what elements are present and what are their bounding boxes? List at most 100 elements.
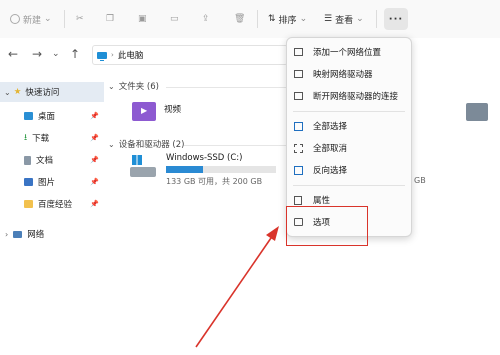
menu-divider	[293, 111, 405, 112]
chevron-down-icon: ⌄	[44, 14, 52, 24]
paste-icon: ▣	[138, 14, 147, 24]
menu-item-label: 断开网络驱动器的连接	[313, 92, 399, 102]
sort-icon: ⇅	[268, 14, 276, 24]
drive-name: Windows-SSD (C:)	[166, 153, 243, 163]
new-button[interactable]: 新建 ⌄	[10, 11, 52, 27]
pin-icon[interactable]: 📌	[90, 156, 99, 164]
menu-item-select-none[interactable]: 全部取消	[287, 138, 411, 158]
section-divider	[184, 145, 286, 146]
chevron-down-icon[interactable]: ⌄	[52, 49, 60, 59]
copy-button[interactable]: ❐	[106, 11, 114, 27]
menu-item-add-network-location[interactable]: 添加一个网络位置	[287, 42, 411, 62]
select-none-icon	[294, 143, 303, 153]
drive-c[interactable]: Windows-SSD (C:) 133 GB 可用，共 200 GB	[130, 153, 290, 189]
menu-item-map-network-drive[interactable]: 映射网络驱动器	[287, 64, 411, 84]
menu-item-label: 全部选择	[313, 122, 348, 132]
properties-icon	[294, 195, 302, 205]
back-arrow-icon[interactable]: ←	[8, 47, 18, 61]
view-label: 查看	[335, 15, 354, 26]
select-all-icon	[294, 121, 303, 131]
pin-icon[interactable]: 📌	[90, 200, 99, 208]
menu-item-select-all[interactable]: 全部选择	[287, 116, 411, 136]
invert-selection-icon	[294, 165, 303, 175]
pictures-icon	[24, 178, 33, 186]
video-folder[interactable]: ▶ 视频	[132, 100, 216, 128]
options-highlight-box	[286, 206, 368, 246]
section-divider	[166, 87, 286, 88]
new-label: 新建	[23, 15, 42, 26]
sort-label: 排序	[278, 15, 297, 26]
drive-usage-bar	[166, 166, 276, 173]
drive-icon	[130, 167, 156, 177]
folders-section-header[interactable]: ⌄ 文件夹 (6)	[108, 80, 159, 93]
menu-item-invert-selection[interactable]: 反向选择	[287, 160, 411, 180]
new-icon	[10, 14, 20, 24]
right-folder[interactable]	[466, 103, 488, 123]
menu-item-label: 映射网络驱动器	[313, 70, 373, 80]
folders-header-label: 文件夹 (6)	[118, 82, 159, 92]
sidebar-item-label: 下载	[32, 134, 50, 144]
sidebar-item-label: 桌面	[38, 112, 56, 122]
document-folder-icon	[466, 103, 488, 121]
menu-item-label: 属性	[313, 196, 331, 206]
pin-icon[interactable]: 📌	[90, 134, 99, 142]
rename-button[interactable]: ▭	[170, 11, 179, 27]
network-add-icon	[294, 48, 303, 56]
share-icon: ⇪	[202, 14, 210, 24]
network-icon	[13, 230, 23, 238]
paste-button[interactable]: ▣	[138, 11, 147, 27]
star-icon: ★	[13, 87, 22, 97]
cut-icon: ✂	[76, 14, 84, 24]
chevron-down-icon: ⌄	[299, 14, 308, 24]
desktop-icon	[24, 112, 33, 120]
view-button[interactable]: ☰ 查看 ⌄	[324, 11, 364, 27]
sidebar-item-label: 文档	[36, 156, 54, 166]
cut-button[interactable]: ✂	[76, 11, 84, 27]
menu-divider	[293, 185, 405, 186]
sidebar-item-desktop[interactable]: 桌面 📌	[0, 106, 104, 126]
sidebar-item-quick-access[interactable]: ⌄ ★ 快速访问	[0, 82, 104, 102]
share-button[interactable]: ⇪	[202, 11, 210, 27]
chevron-down-icon: ⌄	[4, 87, 11, 97]
sidebar-item-label: 网络	[27, 230, 45, 240]
chevron-down-icon: ⌄	[356, 14, 364, 24]
menu-item-label: 反向选择	[313, 166, 348, 176]
drive-capacity: 133 GB 可用，共 200 GB	[166, 177, 263, 186]
sidebar-item-baidu-jingyan[interactable]: 百度经验 📌	[0, 194, 104, 214]
document-icon	[24, 155, 31, 165]
command-bar: 新建 ⌄ ✂ ❐ ▣ ▭ ⇪ 🗑 ⇅ 排序 ⌄ ☰ 查看 ⌄ ···	[0, 0, 500, 39]
sidebar-item-downloads[interactable]: ⭳ 下载 📌	[0, 128, 104, 148]
delete-button[interactable]: 🗑	[234, 11, 245, 27]
menu-item-disconnect-network-drive[interactable]: 断开网络驱动器的连接	[287, 86, 411, 106]
sidebar-item-pictures[interactable]: 图片 📌	[0, 172, 104, 192]
toolbar-divider	[64, 10, 65, 28]
drive-usage-fill	[166, 166, 203, 173]
sidebar-item-label: 快速访问	[25, 88, 60, 98]
menu-item-label: 全部取消	[313, 144, 348, 154]
sort-button[interactable]: ⇅ 排序 ⌄	[268, 11, 307, 27]
disconnect-drive-icon	[294, 92, 303, 100]
up-arrow-icon[interactable]: ↑	[70, 47, 80, 61]
play-icon: ▶	[141, 106, 148, 115]
more-icon: ···	[388, 13, 404, 25]
menu-item-label: 添加一个网络位置	[313, 48, 382, 58]
sidebar-item-documents[interactable]: 文档 📌	[0, 150, 104, 170]
map-drive-icon	[294, 70, 303, 78]
sidebar-item-label: 百度经验	[38, 200, 73, 210]
copy-icon: ❐	[106, 14, 115, 24]
devices-section-header[interactable]: ⌄ 设备和驱动器 (2)	[108, 138, 184, 151]
breadcrumb[interactable]: › 此电脑	[92, 45, 288, 65]
pin-icon[interactable]: 📌	[90, 112, 99, 120]
windows-logo-icon	[132, 155, 142, 165]
this-pc-icon	[97, 51, 107, 61]
sidebar-item-network[interactable]: › 网络	[0, 224, 104, 244]
see-more-button[interactable]: ···	[384, 8, 408, 30]
sidebar-item-label: 图片	[38, 178, 56, 188]
breadcrumb-chevron-icon: ›	[111, 51, 114, 59]
drive2-info-fragment: GB	[414, 176, 426, 185]
pin-icon[interactable]: 📌	[90, 178, 99, 186]
toolbar-divider	[376, 10, 377, 28]
chevron-right-icon: ›	[5, 229, 9, 239]
forward-arrow-icon[interactable]: →	[32, 47, 42, 61]
download-icon: ⭳	[24, 133, 28, 143]
